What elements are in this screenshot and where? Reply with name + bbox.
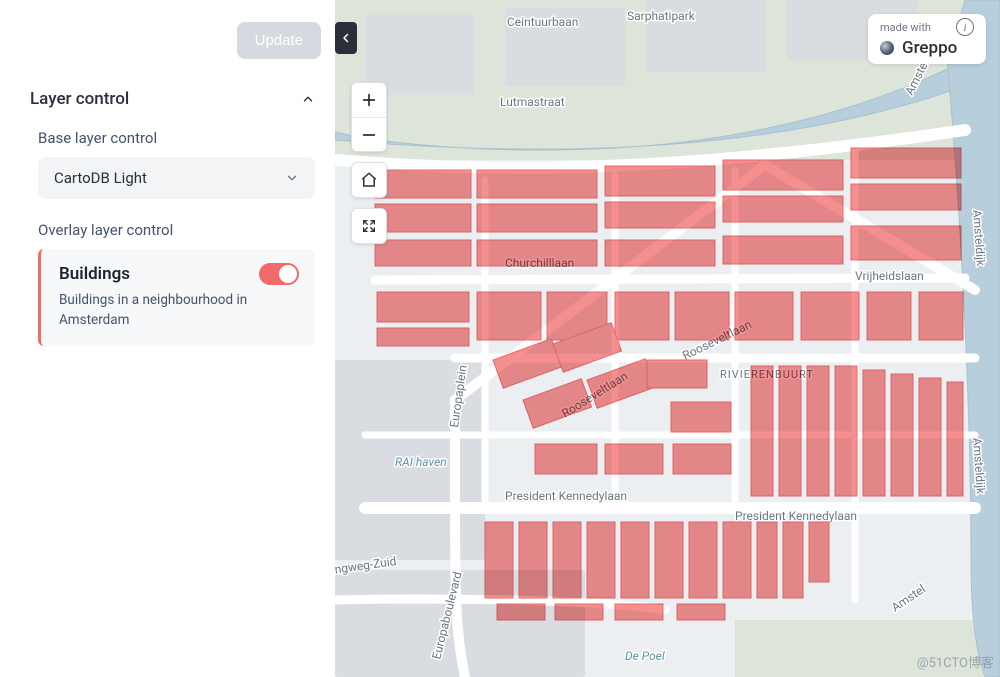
base-layer-selected: CartoDB Light xyxy=(54,169,147,187)
home-button[interactable] xyxy=(352,163,386,197)
overlay-title: Buildings xyxy=(59,264,130,284)
overlay-layer-card: Buildings Buildings in a neighbourhood i… xyxy=(38,249,315,346)
chevron-down-icon xyxy=(285,171,299,185)
overlay-toggle[interactable] xyxy=(259,263,299,285)
road-label: Ceintuurbaan xyxy=(507,15,578,29)
fullscreen-icon xyxy=(361,218,377,234)
fullscreen-button-group xyxy=(351,208,387,244)
minus-icon xyxy=(361,127,377,143)
road-label: Lutmastraat xyxy=(500,95,565,109)
road-label: Vrijheidslaan xyxy=(855,269,924,283)
attribution-badge: made with i Greppo xyxy=(868,14,986,64)
water-label: RAI haven xyxy=(395,455,447,469)
info-icon[interactable]: i xyxy=(956,18,974,36)
brand-logo-icon xyxy=(880,41,894,55)
layer-control-title: Layer control xyxy=(30,89,129,109)
road-label: President Kennedylaan xyxy=(735,509,857,523)
update-row: Update xyxy=(0,16,335,77)
home-button-group xyxy=(351,162,387,198)
map-controls xyxy=(351,82,387,244)
watermark: @51CTO博客 xyxy=(917,652,994,671)
map-panel[interactable]: Ceintuurbaan Sarphatipark Lutmastraat Ch… xyxy=(335,0,1000,677)
overlay-layer-label: Overlay layer control xyxy=(38,221,315,239)
overlay-description: Buildings in a neighbourhood in Amsterda… xyxy=(59,291,299,330)
home-icon xyxy=(360,171,378,189)
overlay-card-top: Buildings xyxy=(59,263,299,285)
sidebar-collapse-button[interactable] xyxy=(335,22,357,54)
base-layer-select[interactable]: CartoDB Light xyxy=(38,157,315,199)
chevron-up-icon xyxy=(301,92,315,106)
zoom-in-button[interactable] xyxy=(352,83,386,117)
road-label: President Kennedylaan xyxy=(505,489,627,503)
update-button[interactable]: Update xyxy=(237,22,321,59)
plus-icon xyxy=(361,92,377,108)
layer-control-header[interactable]: Layer control xyxy=(0,77,335,121)
toggle-knob xyxy=(279,265,297,283)
base-layer-label: Base layer control xyxy=(38,129,315,147)
road-label: Sarphatipark xyxy=(627,9,696,23)
fullscreen-button[interactable] xyxy=(352,209,386,243)
zoom-controls xyxy=(351,82,387,152)
attribution-label: made with xyxy=(880,21,931,34)
zoom-out-button[interactable] xyxy=(352,117,386,151)
sidebar: Update Layer control Base layer control … xyxy=(0,0,335,677)
map-surface[interactable]: Ceintuurbaan Sarphatipark Lutmastraat Ch… xyxy=(335,0,1000,677)
layer-control-body: Base layer control CartoDB Light Overlay… xyxy=(0,121,335,346)
water-label: De Poel xyxy=(625,649,665,663)
chevron-left-icon xyxy=(340,32,352,44)
attribution-brand: Greppo xyxy=(902,38,957,58)
